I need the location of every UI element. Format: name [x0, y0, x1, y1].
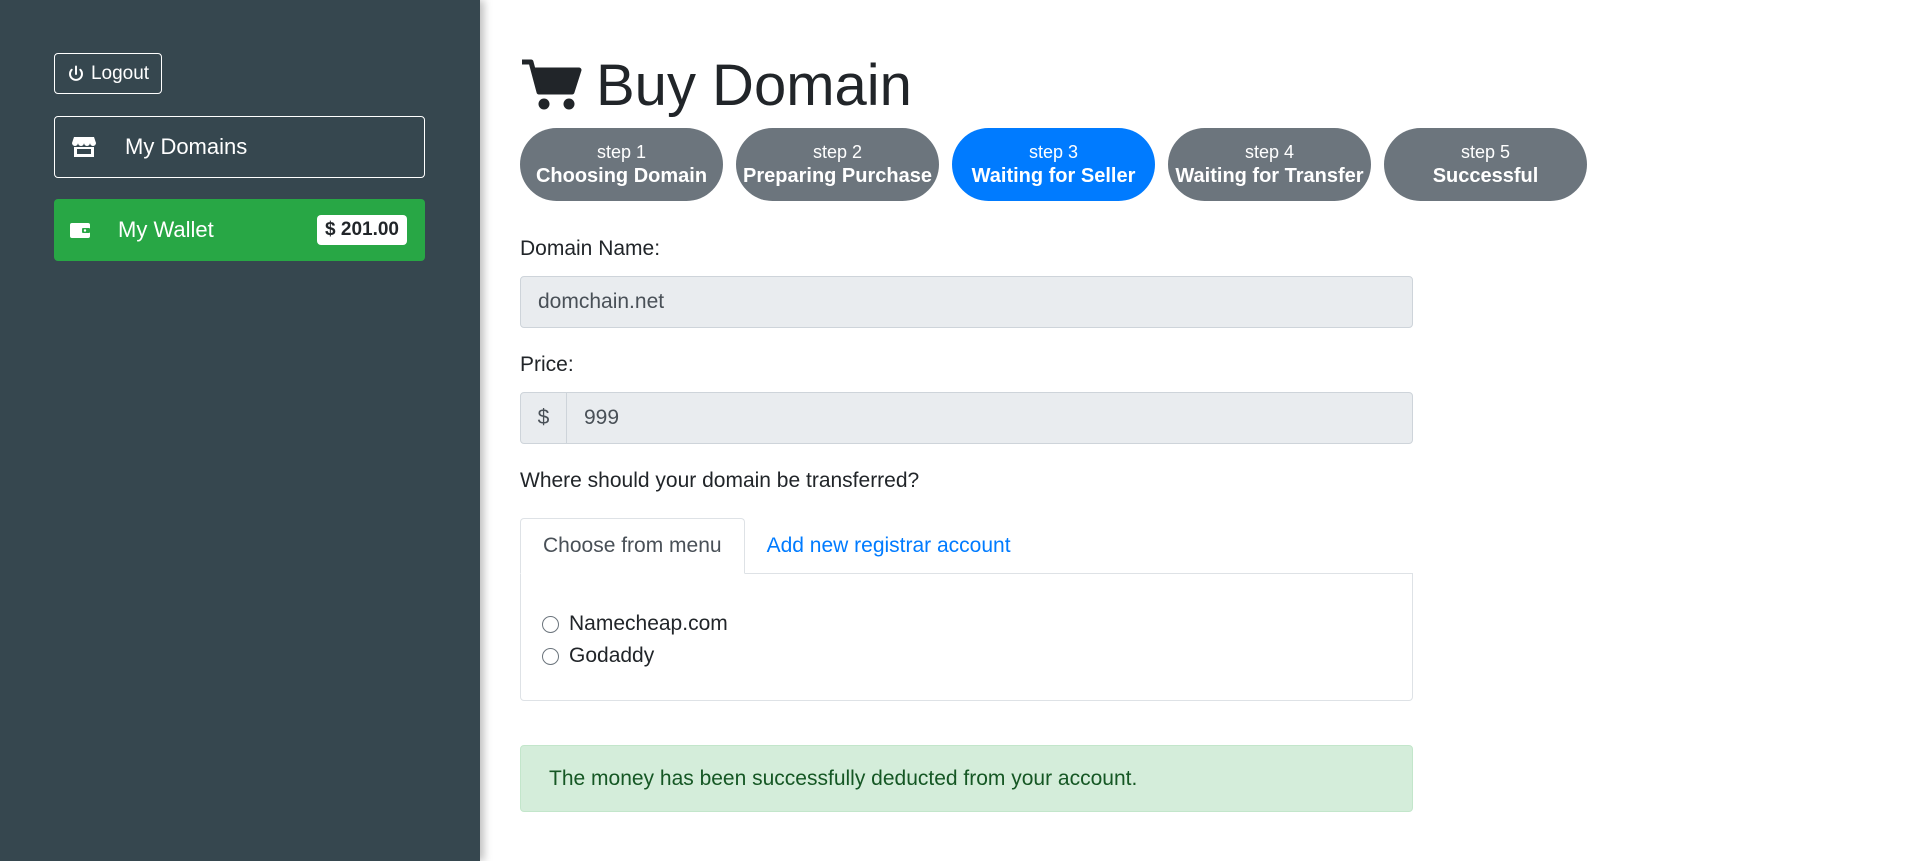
- step-number: step 3: [1028, 141, 1079, 162]
- step-number: step 5: [1460, 141, 1511, 162]
- my-domains-button[interactable]: My Domains: [54, 116, 425, 178]
- main-content: Buy Domain step 1 Choosing Domain step 2…: [520, 0, 1920, 861]
- currency-prefix: $: [521, 393, 567, 443]
- domain-name-label: Domain Name:: [520, 237, 661, 260]
- radio-label: Namecheap.com: [569, 612, 728, 635]
- shopping-cart-icon: [522, 59, 582, 110]
- my-wallet-label: My Wallet: [118, 217, 214, 242]
- radio-button[interactable]: [542, 647, 559, 665]
- page-title: Buy Domain: [520, 52, 912, 118]
- my-wallet-button[interactable]: My Wallet $ 201.00: [54, 199, 425, 261]
- step-name: Waiting for Transfer: [1175, 164, 1364, 187]
- step-name: Waiting for Seller: [971, 164, 1136, 187]
- step-number: step 4: [1244, 141, 1295, 162]
- radio-option-namecheap[interactable]: Namecheap.com: [542, 612, 728, 636]
- step-name: Choosing Domain: [535, 164, 708, 187]
- my-domains-label: My Domains: [125, 134, 248, 159]
- tab-panel-choose: Namecheap.com Godaddy: [520, 573, 1413, 701]
- power-icon: [68, 65, 83, 81]
- domain-name-field[interactable]: domchain.net: [520, 276, 1413, 328]
- radio-option-godaddy[interactable]: Godaddy: [542, 644, 654, 668]
- transfer-question: Where should your domain be transferred?: [520, 469, 920, 492]
- radio-label: Godaddy: [569, 644, 655, 667]
- step-number: step 1: [596, 141, 647, 162]
- step-number: step 2: [812, 141, 863, 162]
- success-alert: The money has been successfully deducted…: [520, 745, 1413, 812]
- wallet-balance-badge: $ 201.00: [317, 215, 407, 245]
- registrar-tabs: Choose from menu Add new registrar accou…: [520, 518, 1413, 574]
- page-title-text: Buy Domain: [596, 52, 912, 118]
- step-4[interactable]: step 4 Waiting for Transfer: [1168, 128, 1371, 201]
- price-field[interactable]: $ 999: [520, 392, 1413, 444]
- step-name: Successful: [1432, 164, 1539, 187]
- tab-choose-from-menu[interactable]: Choose from menu: [520, 518, 745, 574]
- step-progress: step 1 Choosing Domain step 2 Preparing …: [520, 128, 1587, 201]
- price-value: 999: [584, 406, 620, 429]
- logout-button[interactable]: Logout: [54, 53, 162, 94]
- alert-message: The money has been successfully deducted…: [549, 766, 1138, 790]
- step-name: Preparing Purchase: [743, 164, 932, 187]
- price-label: Price:: [520, 353, 574, 376]
- logout-label: Logout: [90, 62, 150, 84]
- radio-button[interactable]: [542, 615, 559, 633]
- sidebar: Logout My Domains My Wallet $ 201.00: [0, 0, 480, 861]
- wallet-icon: [68, 218, 92, 242]
- step-2[interactable]: step 2 Preparing Purchase: [736, 128, 939, 201]
- tab-add-registrar-account[interactable]: Add new registrar account: [745, 518, 1033, 574]
- store-icon: [71, 134, 97, 160]
- domain-name-value: domchain.net: [538, 290, 665, 313]
- step-3[interactable]: step 3 Waiting for Seller: [952, 128, 1155, 201]
- step-5[interactable]: step 5 Successful: [1384, 128, 1587, 201]
- step-1[interactable]: step 1 Choosing Domain: [520, 128, 723, 201]
